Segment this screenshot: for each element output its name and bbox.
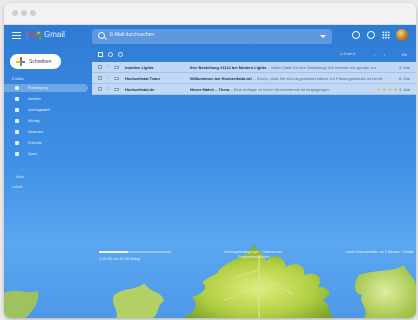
important-marker-icon[interactable] xyxy=(114,87,119,91)
email-list: ☆ Intuitive Lights Ihre Bestellung #1114… xyxy=(92,62,416,95)
browser-window: Gmail E-Mail durchsuchen Schreiben E-Mai… xyxy=(4,3,416,318)
email-date: 4. Mai xyxy=(399,87,410,92)
star-icon[interactable]: ☆ xyxy=(106,75,110,81)
email-subject: Willkommen bei Hochzeitstal.de! – Schön,… xyxy=(190,76,390,81)
email-sender: Intuitive Lights xyxy=(125,65,154,70)
important-marker-icon[interactable] xyxy=(114,65,119,69)
email-row[interactable]: ☆ Hochzeitstal.de Neuer Match – Thera – … xyxy=(92,84,416,95)
gmail-header: Gmail E-Mail durchsuchen xyxy=(4,25,416,47)
search-input[interactable]: E-Mail durchsuchen xyxy=(92,29,332,44)
sidebar-more-link[interactable]: Mehr xyxy=(16,175,24,179)
email-subject-text: Willkommen bei Hochzeitstal.de! xyxy=(190,76,253,81)
email-checkbox[interactable] xyxy=(98,76,102,80)
gmail-logo-icon xyxy=(26,30,41,40)
sidebar-item-spam[interactable]: Spam xyxy=(4,150,88,158)
sidebar-item-label: Entwürfe xyxy=(28,140,42,145)
next-page-icon[interactable]: › xyxy=(384,52,385,57)
email-subject: Ihre Bestellung #1114 bei Modern Lights … xyxy=(190,65,390,70)
sidebar-item-starred[interactable]: Markiert xyxy=(4,95,88,103)
email-date: 9. Mai xyxy=(399,65,410,70)
important-marker-icon[interactable] xyxy=(114,76,119,80)
email-snippet: – Schön, dass Sie sich angemeldet haben.… xyxy=(253,76,384,81)
more-options-icon[interactable] xyxy=(118,52,123,57)
star-icon xyxy=(15,97,19,101)
email-row[interactable]: ☆ Hochzeitstal Team Willkommen bei Hochz… xyxy=(92,73,416,84)
pagination-range: 1–3 von 3 xyxy=(340,52,356,56)
compose-label: Schreiben xyxy=(29,59,52,65)
email-tags: ★ ★ ★ ★ xyxy=(376,87,398,92)
last-activity-text[interactable]: Letzte Kontoaktivität: vor 2 Minuten · D… xyxy=(334,250,414,255)
spam-icon xyxy=(15,152,19,156)
sidebar-item-drafts[interactable]: Entwürfe xyxy=(4,139,88,147)
close-window-button[interactable] xyxy=(12,10,18,16)
sidebar-item-label: Markiert xyxy=(28,96,41,101)
sidebar-item-sent[interactable]: Gesendet xyxy=(4,128,88,136)
star-icon[interactable]: ☆ xyxy=(106,86,110,92)
window-titlebar xyxy=(4,3,416,25)
email-subject-text: Neuer Match – Thera xyxy=(190,87,230,92)
gmail-logo-text: Gmail xyxy=(44,30,65,39)
sidebar-section-label: E-Mails xyxy=(12,77,24,81)
search-placeholder: E-Mail durchsuchen xyxy=(110,32,155,38)
inbox-icon xyxy=(15,86,19,90)
star-icon[interactable]: ☆ xyxy=(106,64,110,70)
refresh-icon[interactable] xyxy=(108,52,113,57)
prev-page-icon[interactable]: ‹ xyxy=(374,52,375,57)
important-icon xyxy=(15,119,19,123)
sidebar-item-label: Zurückgestellt xyxy=(28,107,50,112)
email-checkbox[interactable] xyxy=(98,65,102,69)
mail-toolbar: 1–3 von 3 ‹ › De xyxy=(92,50,416,60)
draft-icon xyxy=(15,141,19,145)
settings-gear-icon[interactable] xyxy=(367,31,375,39)
storage-progress-fill xyxy=(99,251,128,253)
email-checkbox[interactable] xyxy=(98,87,102,91)
sidebar-labels-heading: Labels xyxy=(12,185,23,189)
sidebar-item-label: Wichtig xyxy=(28,118,40,123)
input-language-button[interactable]: De xyxy=(402,52,407,57)
sidebar-item-label: Spam xyxy=(28,151,38,156)
help-icon[interactable] xyxy=(352,31,360,39)
compose-plus-icon xyxy=(16,57,25,66)
clock-icon xyxy=(15,108,19,112)
send-icon xyxy=(15,130,19,134)
email-date: 8. Mai xyxy=(399,76,410,81)
storage-usage-text: 0,09 GB von 15 GB belegt xyxy=(99,257,140,261)
sidebar-item-label: Posteingang xyxy=(28,85,48,90)
email-snippet: – Vielen Dank für Ihre Bestellung! Wir b… xyxy=(267,65,377,70)
maximize-window-button[interactable] xyxy=(30,10,36,16)
sidebar-item-snoozed[interactable]: Zurückgestellt xyxy=(4,106,88,114)
email-sender: Hochzeitstal.de xyxy=(125,87,155,92)
sidebar-item-important[interactable]: Wichtig xyxy=(4,117,88,125)
main-menu-icon[interactable] xyxy=(12,32,21,39)
compose-button[interactable]: Schreiben xyxy=(10,54,61,69)
minimize-window-button[interactable] xyxy=(21,10,27,16)
search-icon[interactable] xyxy=(98,32,105,39)
avatar[interactable] xyxy=(396,29,408,41)
gmail-app: Gmail E-Mail durchsuchen Schreiben E-Mai… xyxy=(4,25,416,318)
email-sender: Hochzeitstal Team xyxy=(125,76,160,81)
sidebar-item-label: Gesendet xyxy=(28,129,44,134)
select-all-checkbox[interactable] xyxy=(98,52,103,57)
footer-links[interactable]: Nutzungsbedingungen · Datenschutz · Prog… xyxy=(214,250,294,260)
email-row[interactable]: ☆ Intuitive Lights Ihre Bestellung #1114… xyxy=(92,62,416,73)
search-options-icon[interactable] xyxy=(320,35,326,38)
storage-progress-bar xyxy=(99,251,171,253)
sidebar-item-inbox[interactable]: Posteingang xyxy=(4,84,88,92)
email-subject-text: Ihre Bestellung #1114 bei Modern Lights xyxy=(190,65,267,70)
apps-grid-icon[interactable] xyxy=(382,31,390,39)
email-snippet: – Eine Anfrage zu Ihrem Wunschtermin ist… xyxy=(230,87,331,92)
email-subject: Neuer Match – Thera – Eine Anfrage zu Ih… xyxy=(190,87,390,92)
